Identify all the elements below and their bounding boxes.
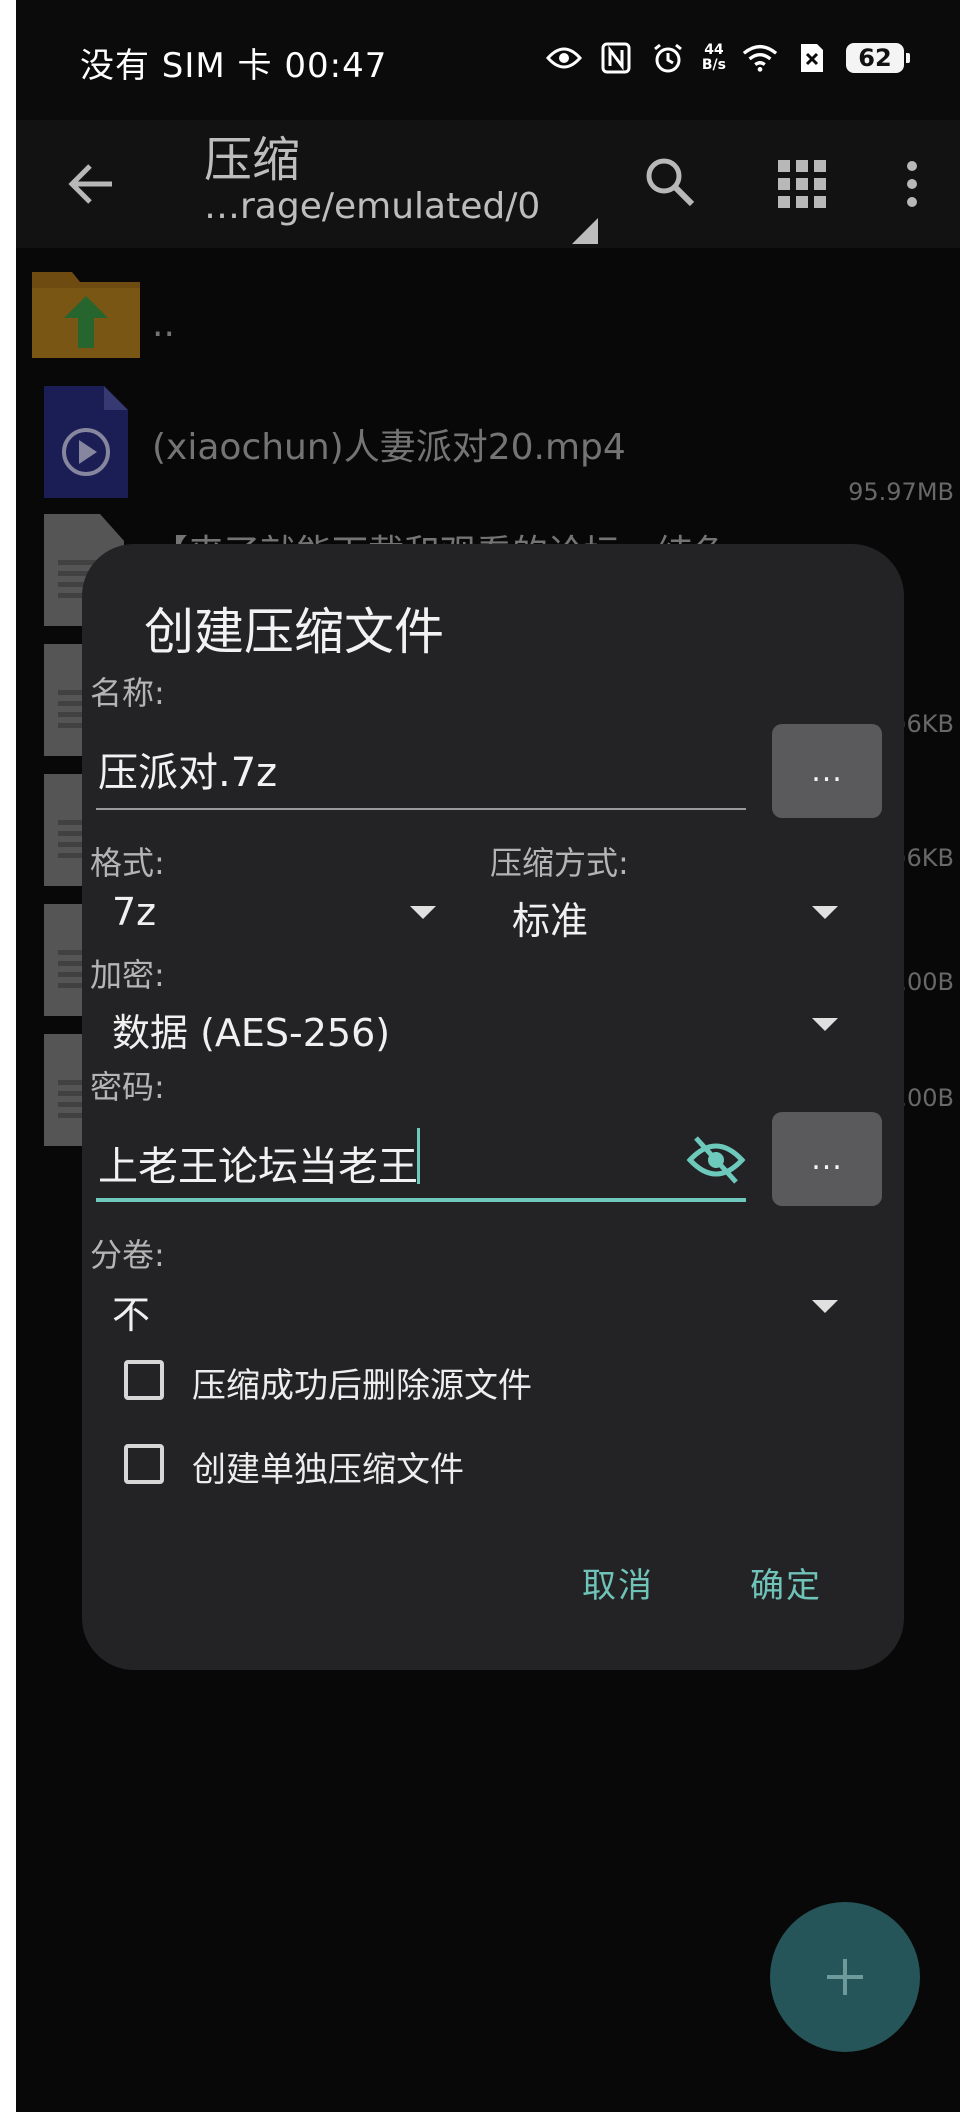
separate-archives-label[interactable]: 创建单独压缩文件 — [192, 1442, 464, 1491]
split-dropdown-icon[interactable] — [812, 1300, 838, 1313]
delete-source-checkbox[interactable] — [124, 1360, 164, 1400]
status-icons: 44 B/s 62 — [545, 40, 910, 76]
network-speed-value: 44 — [704, 42, 724, 58]
encryption-label: 加密: — [90, 956, 165, 994]
path-dropdown-icon[interactable] — [572, 218, 598, 244]
alarm-icon — [650, 40, 686, 76]
browse-name-button[interactable]: ... — [772, 724, 882, 818]
format-label: 格式: — [90, 844, 165, 882]
encryption-dropdown-icon[interactable] — [812, 1018, 838, 1031]
password-label: 密码: — [90, 1068, 165, 1106]
network-speed-unit: B/s — [701, 57, 726, 73]
nfc-icon — [598, 40, 634, 76]
format-select[interactable]: 7z — [112, 890, 156, 934]
network-speed: 44 B/s — [702, 43, 726, 73]
more-options-icon[interactable] — [892, 154, 932, 214]
split-volume-label: 分卷: — [90, 1236, 165, 1274]
app-toolbar: 压缩 …rage/emulated/0 — [16, 120, 960, 248]
wifi-icon — [742, 40, 778, 76]
eye-icon — [545, 40, 582, 76]
back-icon[interactable] — [62, 154, 122, 214]
no-sim-icon — [794, 40, 830, 76]
phone-screen: 没有 SIM 卡 00:47 44 B/s 62 压缩 …rage/emulat… — [16, 0, 960, 2112]
battery-indicator: 62 — [846, 43, 910, 73]
dialog-title: 创建压缩文件 — [144, 603, 444, 661]
encryption-select[interactable]: 数据 (AES-256) — [112, 1002, 390, 1057]
compression-method-select[interactable]: 标准 — [512, 890, 588, 945]
visibility-off-icon[interactable] — [686, 1134, 746, 1186]
format-dropdown-icon[interactable] — [410, 906, 436, 919]
delete-source-label[interactable]: 压缩成功后删除源文件 — [192, 1358, 532, 1407]
name-underline — [96, 808, 746, 810]
password-input[interactable]: 上老王论坛当老王 — [98, 1134, 418, 1192]
plus-icon — [827, 1959, 863, 1995]
toolbar-path[interactable]: …rage/emulated/0 — [204, 186, 540, 227]
search-icon[interactable] — [638, 150, 702, 214]
archive-name-input[interactable]: 压派对.7z — [98, 740, 277, 798]
name-label: 名称: — [90, 674, 165, 712]
split-volume-select[interactable]: 不 — [112, 1284, 150, 1339]
status-bar: 没有 SIM 卡 00:47 44 B/s 62 — [16, 0, 960, 120]
separate-archives-checkbox[interactable] — [124, 1444, 164, 1484]
password-underline — [96, 1198, 746, 1202]
method-dropdown-icon[interactable] — [812, 906, 838, 919]
ok-button[interactable]: 确定 — [750, 1558, 822, 1607]
compression-method-label: 压缩方式: — [490, 844, 629, 882]
create-archive-dialog: 创建压缩文件 名称: 压派对.7z ... 格式: 7z 压缩方式: 标准 加密… — [82, 544, 904, 1670]
password-options-button[interactable]: ... — [772, 1112, 882, 1206]
carrier-time: 没有 SIM 卡 00:47 — [80, 46, 388, 86]
add-button[interactable] — [770, 1902, 920, 2052]
text-cursor — [417, 1128, 420, 1184]
toolbar-title: 压缩 — [204, 132, 301, 188]
cancel-button[interactable]: 取消 — [582, 1558, 654, 1607]
grid-view-icon[interactable] — [772, 154, 832, 214]
